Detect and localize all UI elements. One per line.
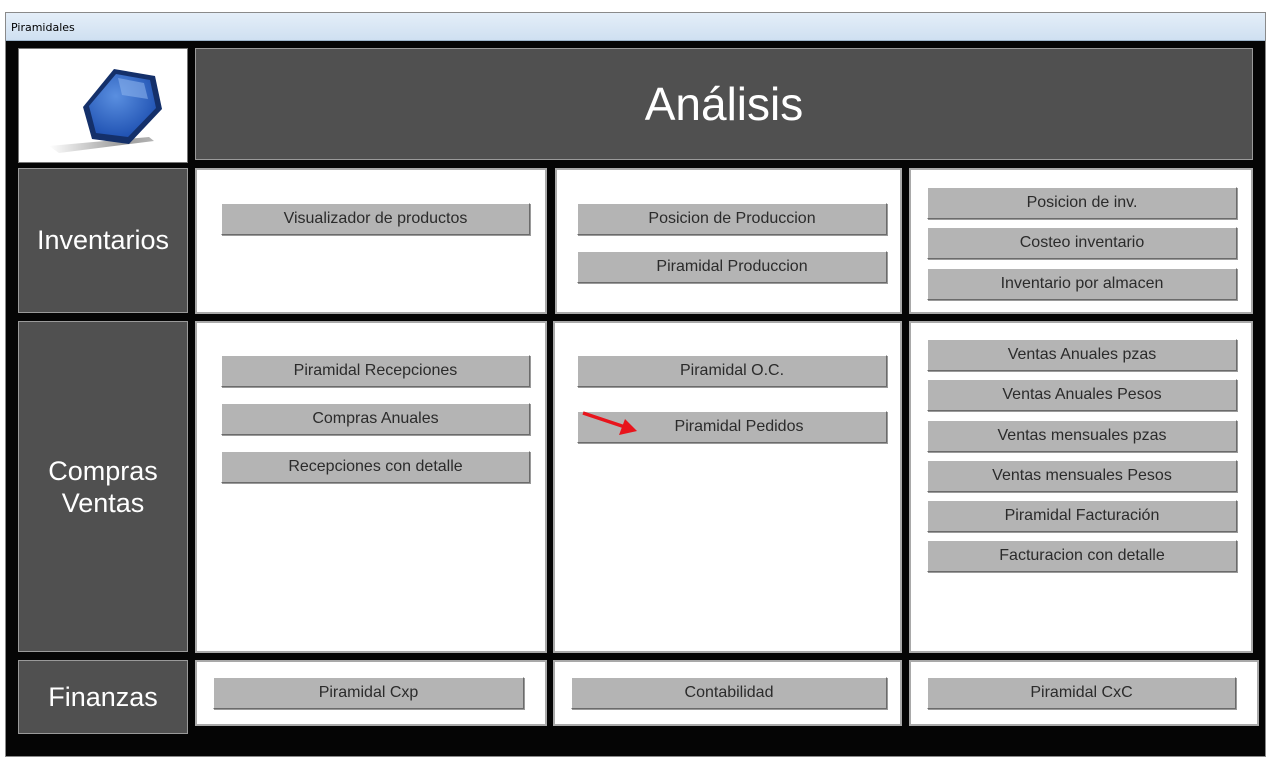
ventas-label: Ventas bbox=[61, 487, 145, 518]
ventas-mensuales-pzas-button[interactable]: Ventas mensuales pzas bbox=[927, 420, 1237, 452]
section-label-compras-ventas: Compras Ventas bbox=[18, 321, 188, 652]
compras-panel-2: Piramidal O.C. Piramidal Pedidos bbox=[553, 321, 902, 653]
posicion-produccion-button[interactable]: Posicion de Produccion bbox=[577, 203, 887, 235]
costeo-inventario-button[interactable]: Costeo inventario bbox=[927, 227, 1237, 259]
facturacion-detalle-button[interactable]: Facturacion con detalle bbox=[927, 540, 1237, 572]
hexagon-logo-icon bbox=[49, 69, 162, 153]
title-bar: Piramidales bbox=[6, 13, 1265, 41]
section-label-finanzas: Finanzas bbox=[18, 660, 188, 734]
recepciones-detalle-button[interactable]: Recepciones con detalle bbox=[221, 451, 530, 483]
compras-panel-1: Piramidal Recepciones Compras Anuales Re… bbox=[195, 321, 547, 653]
piramidal-facturacion-button[interactable]: Piramidal Facturación bbox=[927, 500, 1237, 532]
window-title: Piramidales bbox=[11, 21, 75, 34]
piramidal-cxp-button[interactable]: Piramidal Cxp bbox=[213, 677, 524, 709]
piramidal-produccion-button[interactable]: Piramidal Produccion bbox=[577, 251, 887, 283]
ventas-anuales-pzas-button[interactable]: Ventas Anuales pzas bbox=[927, 339, 1237, 371]
visualizador-productos-button[interactable]: Visualizador de productos bbox=[221, 203, 530, 235]
inventarios-panel-2: Posicion de Produccion Piramidal Producc… bbox=[555, 168, 902, 314]
ventas-mensuales-pesos-button[interactable]: Ventas mensuales Pesos bbox=[927, 460, 1237, 492]
inventario-almacen-button[interactable]: Inventario por almacen bbox=[927, 268, 1237, 300]
posicion-inv-button[interactable]: Posicion de inv. bbox=[927, 187, 1237, 219]
red-arrow-icon bbox=[582, 411, 637, 435]
ventas-panel-3: Ventas Anuales pzas Ventas Anuales Pesos… bbox=[909, 321, 1253, 653]
header-banner: Análisis bbox=[195, 48, 1253, 160]
logo-box bbox=[18, 48, 188, 163]
piramidal-cxc-button[interactable]: Piramidal CxC bbox=[927, 677, 1236, 709]
finanzas-panel-3: Piramidal CxC bbox=[909, 660, 1259, 726]
app-window: Piramidales Análisis Inventarios Visuali… bbox=[5, 12, 1266, 757]
contabilidad-button[interactable]: Contabilidad bbox=[571, 677, 887, 709]
ventas-anuales-pesos-button[interactable]: Ventas Anuales Pesos bbox=[927, 379, 1237, 411]
inventarios-panel-3: Posicion de inv. Costeo inventario Inven… bbox=[909, 168, 1253, 314]
finanzas-panel-1: Piramidal Cxp bbox=[195, 660, 547, 726]
inventarios-panel-1: Visualizador de productos bbox=[195, 168, 547, 314]
piramidal-recepciones-button[interactable]: Piramidal Recepciones bbox=[221, 355, 530, 387]
compras-anuales-button[interactable]: Compras Anuales bbox=[221, 403, 530, 435]
inventarios-label: Inventarios bbox=[36, 225, 170, 255]
finanzas-panel-2: Contabilidad bbox=[553, 660, 902, 726]
compras-label: Compras bbox=[48, 455, 158, 486]
section-label-inventarios: Inventarios bbox=[18, 168, 188, 313]
finanzas-label: Finanzas bbox=[48, 681, 158, 712]
page-title: Análisis bbox=[644, 78, 804, 130]
piramidal-oc-button[interactable]: Piramidal O.C. bbox=[577, 355, 887, 387]
